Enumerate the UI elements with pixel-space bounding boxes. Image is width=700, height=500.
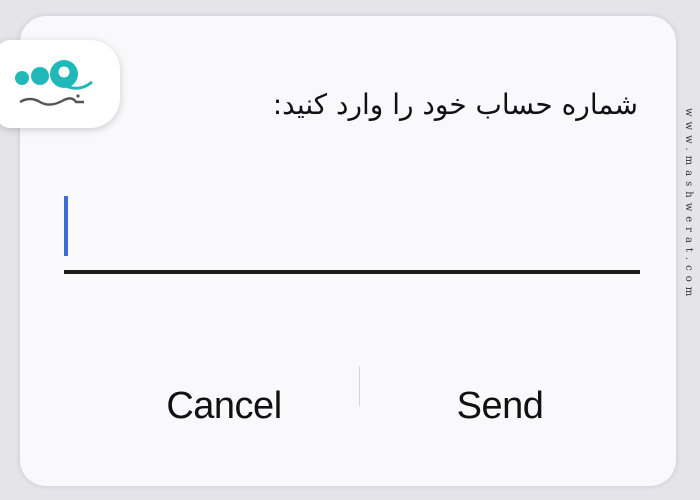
- input-underline: [64, 270, 640, 274]
- dialog-prompt: شماره حساب خود را وارد کنید:: [272, 88, 638, 121]
- cancel-button[interactable]: Cancel: [124, 366, 324, 446]
- send-button[interactable]: Send: [400, 366, 600, 446]
- site-logo: [0, 40, 120, 128]
- mashwerat-logo-icon: [15, 60, 93, 106]
- account-number-input[interactable]: [64, 196, 640, 274]
- text-cursor: [64, 196, 68, 256]
- site-watermark: www.mashwerat.com: [683, 108, 694, 302]
- screenshot-frame: شماره حساب خود را وارد کنید: Cancel Send…: [0, 0, 700, 500]
- button-separator: [359, 366, 360, 406]
